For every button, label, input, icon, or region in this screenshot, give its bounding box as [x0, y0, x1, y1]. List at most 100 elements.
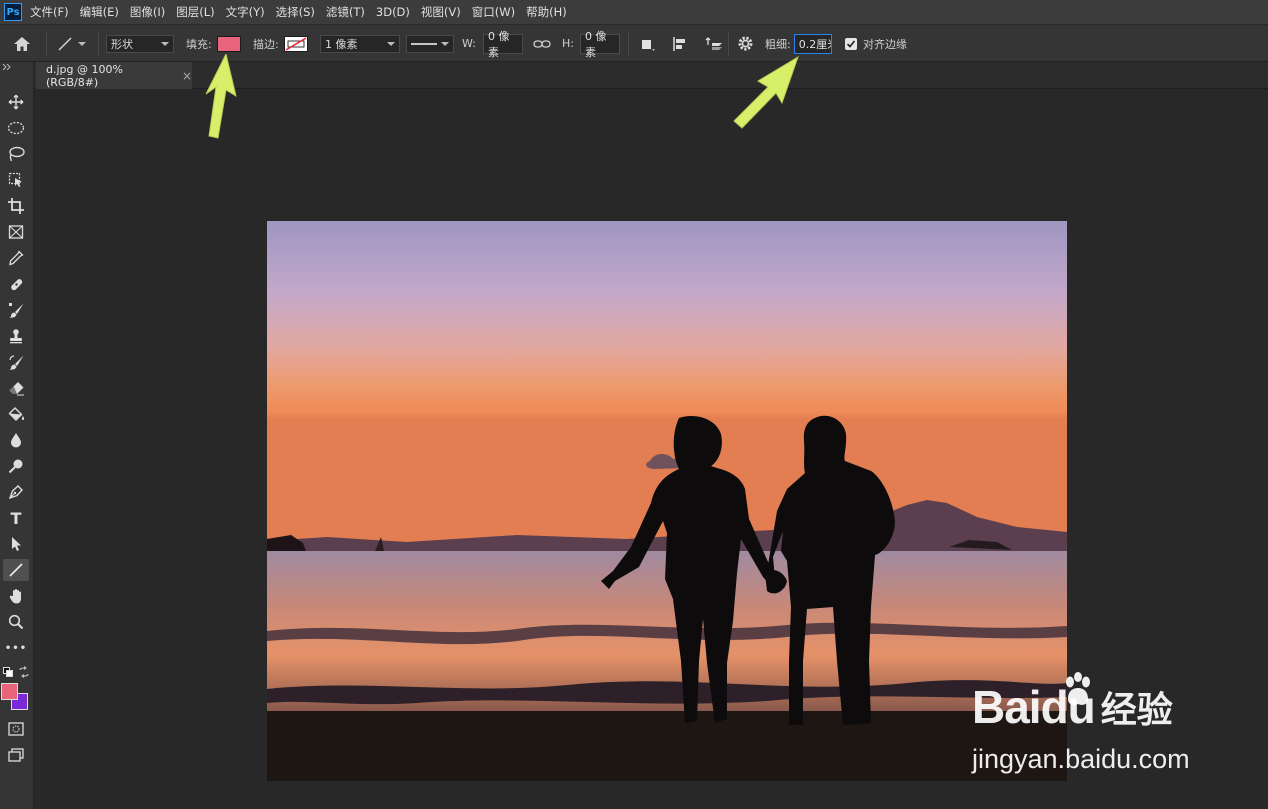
link-icon: [533, 39, 551, 48]
menu-layer[interactable]: 图层(L): [176, 4, 214, 20]
collapse-panel-icon[interactable]: [2, 64, 12, 70]
chevron-down-icon: [441, 41, 449, 46]
document-tab[interactable]: d.jpg @ 100%(RGB/8#) ×: [36, 62, 192, 89]
height-input[interactable]: 0 像素: [579, 30, 620, 59]
marquee-tool[interactable]: [3, 117, 29, 139]
menu-edit[interactable]: 编辑(E): [80, 4, 119, 20]
swap-colors-icon[interactable]: [18, 666, 30, 678]
frame-icon: [8, 225, 24, 239]
eyedropper-icon: [9, 250, 24, 266]
gear-icon: [738, 36, 753, 51]
blur-tool[interactable]: [3, 429, 29, 451]
paint-bucket-icon: [8, 406, 24, 421]
line-icon: [9, 563, 23, 577]
move-icon: [8, 94, 24, 110]
object-select-tool[interactable]: [3, 169, 29, 191]
pen-icon: [8, 485, 23, 500]
line-tool[interactable]: [3, 559, 29, 581]
menu-help[interactable]: 帮助(H): [526, 4, 567, 20]
type-icon: T: [10, 508, 22, 528]
home-button[interactable]: [12, 25, 32, 62]
menu-select[interactable]: 选择(S): [276, 4, 315, 20]
dodge-tool[interactable]: [3, 455, 29, 477]
tool-preset-picker[interactable]: [56, 25, 86, 62]
screen-mode-icon: [8, 748, 24, 762]
screen-mode-button[interactable]: [3, 744, 29, 766]
history-brush-tool[interactable]: [3, 351, 29, 373]
zoom-icon: [8, 614, 24, 630]
hand-tool[interactable]: [3, 585, 29, 607]
arrange-layers-icon: [705, 36, 722, 50]
menu-type[interactable]: 文字(Y): [226, 4, 265, 20]
path-select-tool[interactable]: [3, 533, 29, 555]
default-colors-icon[interactable]: [3, 667, 13, 677]
photoshop-logo: Ps: [4, 3, 22, 21]
height-value: 0 像素: [584, 29, 607, 59]
lasso-tool[interactable]: [3, 143, 29, 165]
quick-mask-icon: [8, 722, 24, 736]
photo-canvas[interactable]: [267, 221, 1067, 781]
stroke-width-dropdown[interactable]: 1 像素: [320, 34, 400, 53]
zoom-tool[interactable]: [3, 611, 29, 633]
path-operations-icon: [642, 39, 655, 51]
solid-line-icon: [411, 42, 437, 45]
menu-filter[interactable]: 滤镜(T): [326, 4, 365, 20]
mode-value: 形状: [111, 37, 133, 51]
eraser-icon: [9, 382, 24, 396]
menu-bar: Ps 文件(F) 编辑(E) 图像(I) 图层(L) 文字(Y) 选择(S) 滤…: [0, 0, 1268, 24]
width-input[interactable]: 0 像素: [482, 30, 523, 59]
options-bar: 形状 填充: 描边: 1 像素 W: 0 像素 H: 0 像素 粗细: 0.2厘…: [0, 24, 1268, 62]
mode-dropdown[interactable]: 形状: [106, 34, 174, 53]
baidu-paw-icon: [1066, 672, 1090, 705]
path-arrangement-button[interactable]: [703, 25, 723, 62]
align-edges-label: 对齐边缘: [863, 37, 907, 51]
stroke-type-dropdown[interactable]: [406, 34, 454, 53]
menu-view[interactable]: 视图(V): [421, 4, 461, 20]
type-tool[interactable]: T: [3, 507, 29, 529]
tools-panel: T •••: [0, 62, 34, 809]
menu-3d[interactable]: 3D(D): [376, 5, 410, 19]
link-dimensions-button[interactable]: [533, 25, 551, 62]
line-icon: [58, 36, 72, 51]
fill-color-swatch[interactable]: [216, 35, 241, 52]
quick-mask-button[interactable]: [3, 718, 29, 740]
healing-tool[interactable]: [3, 273, 29, 295]
baidu-watermark: Baidu 经验 jingyan.baidu.com: [972, 672, 1212, 782]
watermark-url: jingyan.baidu.com: [972, 744, 1190, 774]
path-operations-button[interactable]: [640, 25, 656, 62]
more-tools[interactable]: •••: [3, 637, 29, 659]
more-icon: •••: [4, 642, 28, 654]
menu-file[interactable]: 文件(F): [30, 4, 69, 20]
align-edges-checkbox[interactable]: [845, 37, 857, 50]
thickness-input[interactable]: 0.2厘米: [793, 33, 832, 54]
brush-tool[interactable]: [3, 299, 29, 321]
menu-window[interactable]: 窗口(W): [472, 4, 515, 20]
pointer-arrow-fill: [205, 54, 237, 139]
path-alignment-button[interactable]: [672, 25, 688, 62]
pen-tool[interactable]: [3, 481, 29, 503]
close-tab-icon[interactable]: ×: [182, 69, 192, 83]
brush-icon: [8, 302, 23, 318]
hand-icon: [9, 588, 21, 603]
chevron-down-icon: [161, 41, 169, 46]
fill-label: 填充:: [186, 37, 212, 51]
stroke-color-swatch[interactable]: [283, 35, 308, 52]
ellipse-marquee-icon: [7, 121, 25, 135]
chevron-down-icon: [387, 41, 395, 46]
move-tool[interactable]: [3, 91, 29, 113]
stroke-width-value: 1 像素: [325, 37, 358, 51]
paint-bucket-tool[interactable]: [3, 403, 29, 425]
frame-tool[interactable]: [3, 221, 29, 243]
menu-image[interactable]: 图像(I): [130, 4, 165, 20]
dodge-icon: [8, 459, 23, 474]
width-value: 0 像素: [487, 29, 510, 59]
crop-tool[interactable]: [3, 195, 29, 217]
eraser-tool[interactable]: [3, 377, 29, 399]
home-icon: [14, 36, 30, 51]
crop-icon: [8, 198, 24, 214]
stamp-tool[interactable]: [3, 325, 29, 347]
object-select-icon: [8, 172, 22, 187]
foreground-color-swatch[interactable]: [1, 683, 18, 700]
eyedropper-tool[interactable]: [3, 247, 29, 269]
height-label: H:: [562, 37, 574, 50]
